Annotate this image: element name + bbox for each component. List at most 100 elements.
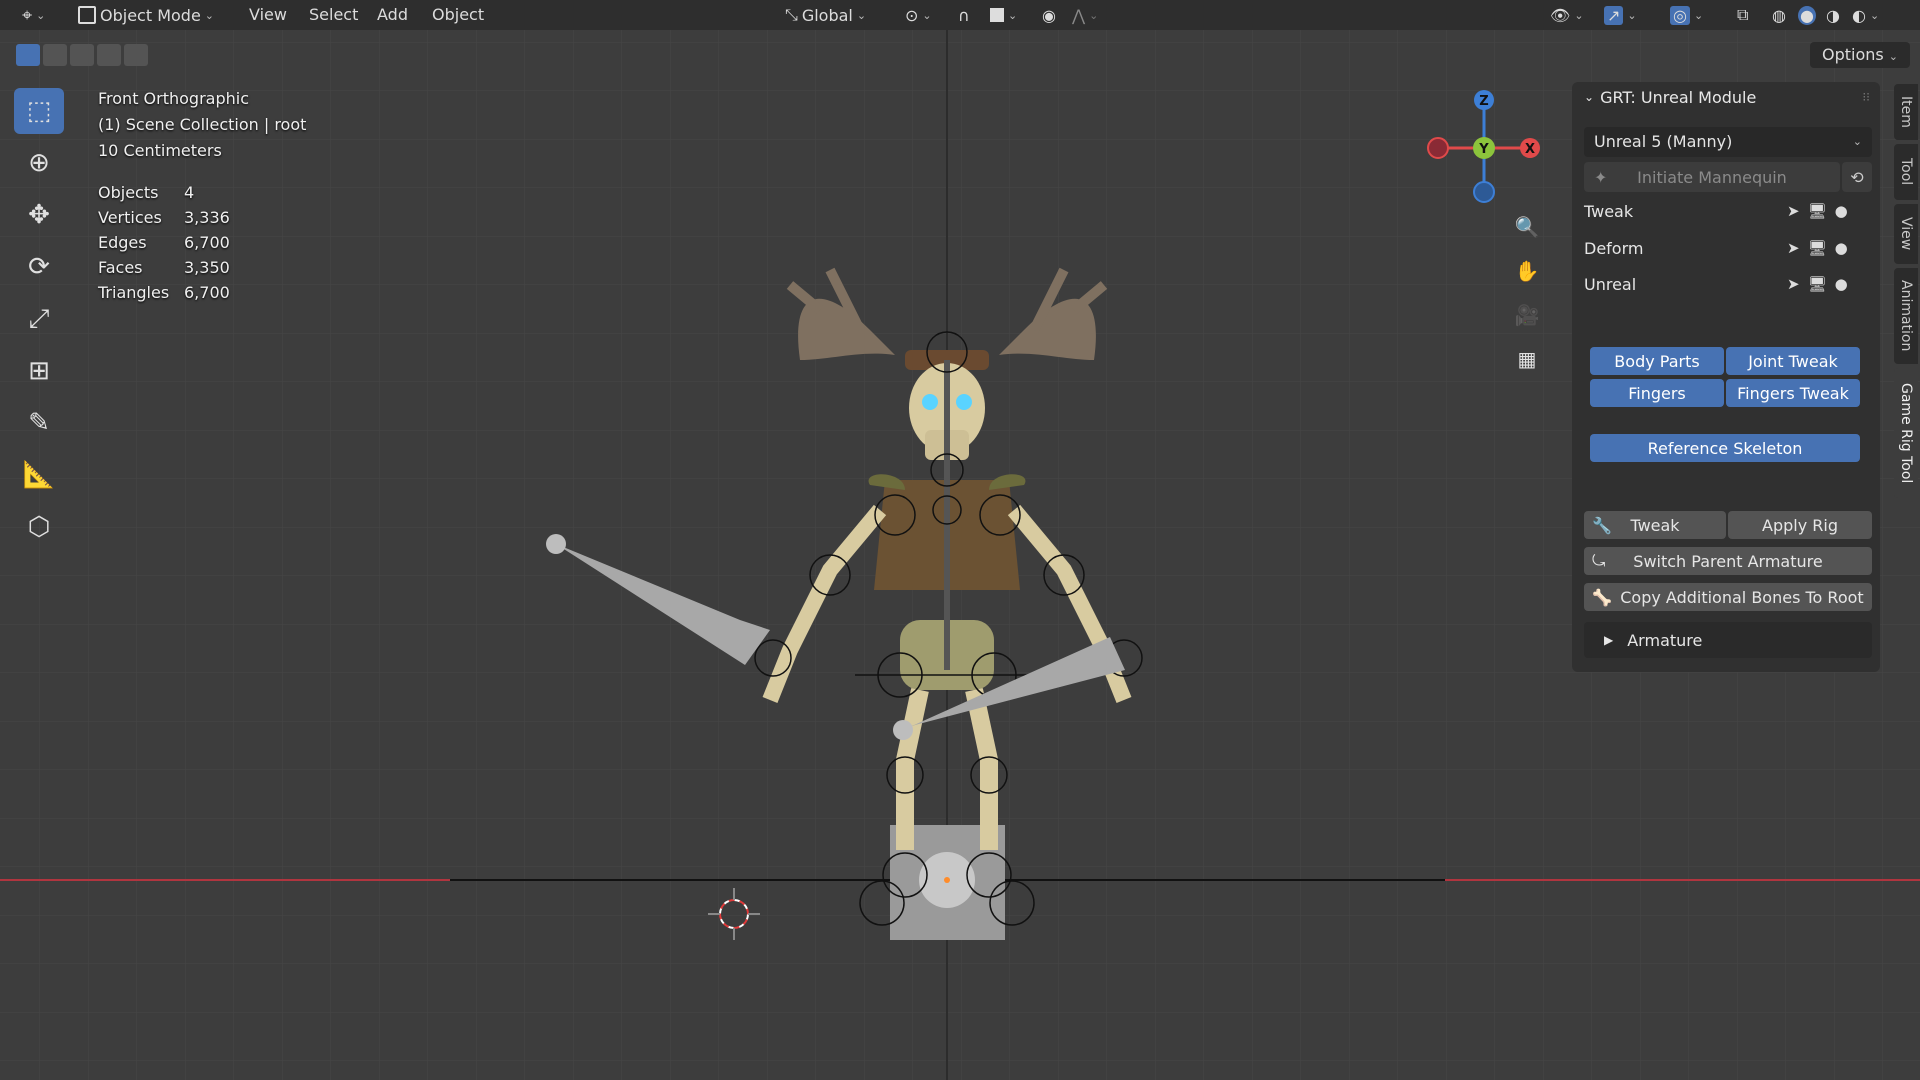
monitor-icon[interactable]: 🖥	[1808, 275, 1827, 293]
select-subtract-button[interactable]	[70, 44, 94, 66]
rotate-icon: ⟳	[28, 252, 50, 282]
chevron-down-icon: ⌄	[1888, 50, 1899, 63]
editor-type-menu[interactable]: ⌖ ⌄	[22, 4, 45, 26]
tab-view[interactable]: View	[1894, 204, 1918, 264]
collection-label: Unreal	[1584, 275, 1637, 294]
menu-object[interactable]: Object	[432, 5, 484, 25]
fingers-tweak-button[interactable]: Fingers Tweak	[1726, 379, 1860, 407]
switch-parent-armature-button[interactable]: ⤿ Switch Parent Armature	[1584, 547, 1872, 575]
options-dropdown[interactable]: Options ⌄	[1810, 42, 1910, 68]
cube-add-icon: ⬡	[27, 512, 51, 542]
select-arrow-icon[interactable]: ➤	[1787, 202, 1800, 220]
select-invert-button[interactable]	[97, 44, 121, 66]
scene-statistics: Objects 4 Vertices 3,336 Edges 6,700 Faces 3…	[98, 180, 230, 305]
eye-icon: 👁	[1550, 5, 1571, 25]
tab-animation[interactable]: Animation	[1894, 268, 1918, 364]
gizmo-neg-z-axis[interactable]	[1473, 181, 1495, 203]
initiate-mannequin-button[interactable]: ✦ Initiate Mannequin	[1584, 162, 1840, 192]
panel-header[interactable]: ⌄ GRT: Unreal Module ⁝⁝	[1572, 82, 1880, 112]
overlays-toggle[interactable]: ◎ ⌄	[1670, 4, 1703, 26]
gizmo-toggle[interactable]: ↗ ⌄	[1604, 4, 1637, 26]
body-parts-button[interactable]: Body Parts	[1590, 347, 1724, 375]
measure-tool[interactable]: 📐	[14, 452, 64, 498]
snap-target-dropdown[interactable]: ⌄	[990, 4, 1017, 26]
chevron-down-icon: ⌄	[1574, 8, 1584, 22]
mode-label: Object Mode	[100, 5, 201, 25]
tweak-label: Tweak	[1630, 515, 1680, 535]
tab-game-rig-tool[interactable]: Game Rig Tool	[1894, 368, 1918, 498]
armature-subpanel[interactable]: ▶ Armature	[1584, 622, 1872, 658]
xray-toggle[interactable]: ⧉	[1737, 4, 1748, 26]
drag-handle-icon[interactable]: ⁝⁝	[1862, 90, 1870, 104]
stat-label: Faces	[98, 258, 143, 277]
orientation-icon: ⤡	[785, 5, 798, 24]
proportional-edit-toggle[interactable]: ◉	[1042, 4, 1056, 26]
annotate-tool[interactable]: ✎	[14, 400, 64, 446]
pan-button[interactable]: ✋	[1509, 253, 1545, 289]
move-tool[interactable]: ✥	[14, 192, 64, 238]
joint-tweak-button[interactable]: Joint Tweak	[1726, 347, 1860, 375]
preset-dropdown[interactable]: Unreal 5 (Manny) ⌄	[1584, 127, 1872, 157]
select-arrow-icon[interactable]: ➤	[1787, 275, 1800, 293]
shading-solid[interactable]: ●	[1798, 4, 1816, 26]
snap-toggle[interactable]: ∩	[958, 4, 970, 26]
visibility-dropdown[interactable]: 👁 ⌄	[1550, 4, 1584, 26]
stat-label: Vertices	[98, 208, 162, 227]
gizmo-neg-x-axis[interactable]	[1427, 137, 1449, 159]
shading-rendered[interactable]: ◐ ⌄	[1852, 4, 1879, 26]
add-cube-tool[interactable]: ⬡	[14, 504, 64, 550]
sidebar-tabs: Item Tool View Animation Game Rig Tool	[1894, 84, 1920, 502]
collection-label: Deform	[1584, 239, 1644, 258]
falloff-curve-icon: ⋀	[1072, 5, 1086, 25]
pivot-point-dropdown[interactable]: ⊙ ⌄	[905, 4, 932, 26]
falloff-dropdown[interactable]: ⋀ ⌄	[1072, 4, 1098, 26]
collection-name: (1) Scene Collection | root	[98, 115, 307, 134]
tab-tool[interactable]: Tool	[1894, 144, 1918, 200]
triangle-right-icon: ▶	[1604, 633, 1614, 647]
render-dot-icon[interactable]: ●	[1835, 239, 1848, 257]
mode-selector[interactable]: Object Mode ⌄	[78, 4, 214, 26]
select-box-tool[interactable]: ⬚	[14, 88, 64, 134]
transform-orientation-dropdown[interactable]: ⤡ Global ⌄	[785, 4, 866, 26]
panel-title: GRT: Unreal Module	[1600, 87, 1757, 107]
ik-bone-left-head	[546, 534, 566, 554]
transform-icon: ⊞	[28, 356, 50, 386]
mannequin-icon: ✦	[1594, 167, 1608, 187]
scale-tool[interactable]: ⤢	[14, 296, 64, 342]
joint-tweak-label: Joint Tweak	[1748, 351, 1838, 371]
toggle-ortho-button[interactable]: ▦	[1509, 341, 1545, 377]
shading-wireframe[interactable]: ◍	[1772, 4, 1786, 26]
camera-icon: 🎥	[1514, 303, 1540, 327]
render-dot-icon[interactable]: ●	[1835, 275, 1848, 293]
reference-skeleton-button[interactable]: Reference Skeleton	[1590, 434, 1860, 462]
stat-value: 3,336	[184, 208, 230, 227]
tweak-button[interactable]: 🔧 Tweak	[1584, 511, 1726, 539]
shading-material[interactable]: ◑	[1826, 4, 1840, 26]
transform-tool[interactable]: ⊞	[14, 348, 64, 394]
render-dot-icon[interactable]: ●	[1835, 202, 1848, 220]
crosshair-icon: ⊕	[28, 148, 50, 178]
tab-item[interactable]: Item	[1894, 84, 1918, 140]
select-arrow-icon[interactable]: ➤	[1787, 239, 1800, 257]
camera-view-button[interactable]: 🎥	[1509, 297, 1545, 333]
armature-label: Armature	[1627, 630, 1703, 650]
apply-rig-button[interactable]: Apply Rig	[1728, 511, 1872, 539]
grt-unreal-panel: ⌄ GRT: Unreal Module ⁝⁝ Unreal 5 (Manny)…	[1572, 82, 1880, 672]
menu-view[interactable]: View	[249, 5, 287, 25]
select-intersect-button[interactable]	[124, 44, 148, 66]
fingers-button[interactable]: Fingers	[1590, 379, 1724, 407]
chevron-down-icon: ⌄	[1869, 8, 1880, 22]
refresh-button[interactable]: ⟲	[1842, 162, 1872, 192]
zoom-button[interactable]: 🔍	[1509, 209, 1545, 245]
copy-bones-button[interactable]: 🦴 Copy Additional Bones To Root	[1584, 583, 1872, 611]
monitor-icon[interactable]: 🖥	[1808, 202, 1827, 220]
chevron-down-icon: ⌄	[1008, 8, 1018, 22]
monitor-icon[interactable]: 🖥	[1808, 239, 1827, 257]
cursor-tool[interactable]: ⊕	[14, 140, 64, 186]
gizmo-y-label: Y	[1478, 142, 1489, 157]
menu-add[interactable]: Add	[377, 5, 408, 25]
select-new-button[interactable]	[16, 44, 40, 66]
rotate-tool[interactable]: ⟳	[14, 244, 64, 290]
menu-select[interactable]: Select	[309, 5, 358, 25]
select-extend-button[interactable]	[43, 44, 67, 66]
